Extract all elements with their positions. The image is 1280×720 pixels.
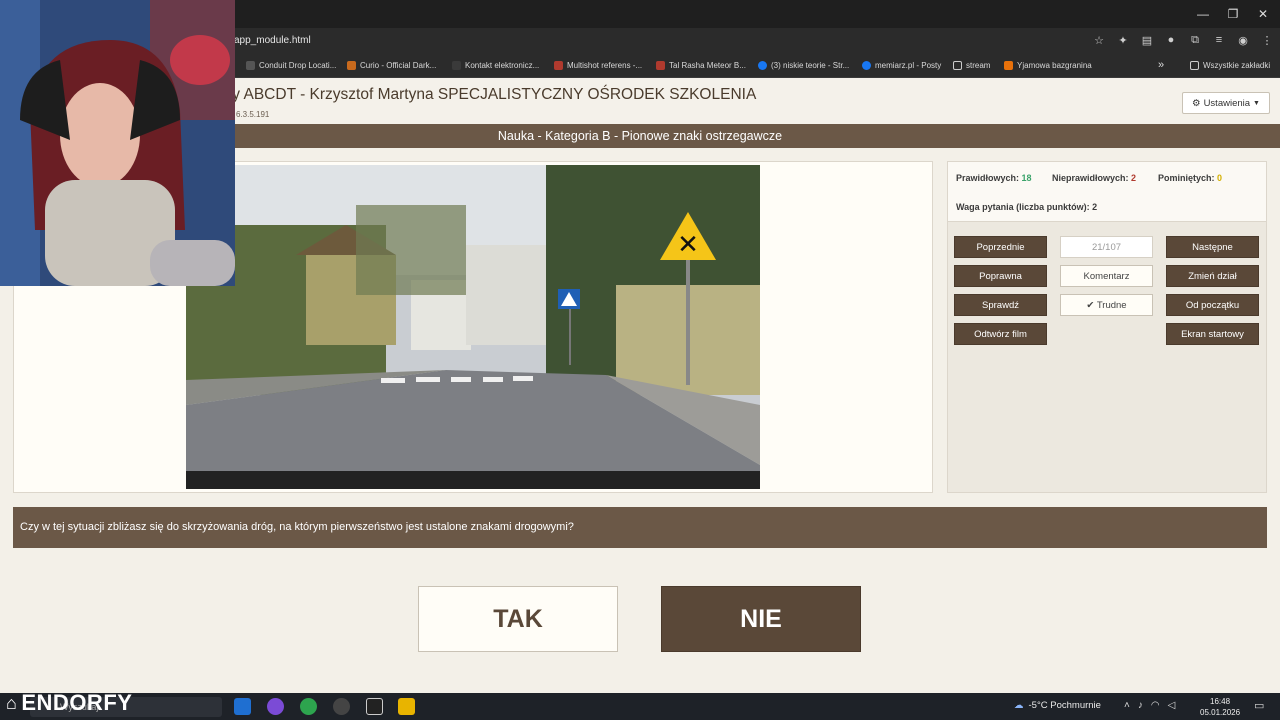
volume-icon[interactable]: ◁ <box>1168 700 1176 711</box>
profile-avatar-icon[interactable]: ◉ <box>1236 34 1250 47</box>
facebook-icon <box>758 61 767 70</box>
caret-down-icon: ▼ <box>1253 99 1260 107</box>
folder-icon <box>1190 61 1199 70</box>
microphone-icon[interactable]: ♪ <box>1138 700 1143 711</box>
bookmark-favicon-icon <box>656 61 665 70</box>
bookmark-item[interactable]: Conduit Drop Locati... <box>246 61 336 70</box>
streamer-webcam-image <box>0 0 235 286</box>
minimize-button[interactable]: — <box>1188 0 1218 28</box>
endorfy-mark-icon: ⌂ <box>6 692 18 713</box>
answer-yes-button[interactable]: TAK <box>418 586 618 652</box>
menu-list-icon[interactable]: ≡ <box>1212 34 1226 47</box>
more-menu-icon[interactable]: ⋮ <box>1260 34 1274 47</box>
bookmark-favicon-icon <box>1004 61 1013 70</box>
system-tray: ˄ ♪ ◠ ◁ <box>1124 700 1175 711</box>
bookmark-item[interactable]: Multishot referens -... <box>554 61 642 70</box>
discord-icon[interactable] <box>267 698 284 715</box>
svg-text:✕: ✕ <box>677 230 699 260</box>
restore-button[interactable]: ❐ <box>1218 0 1248 28</box>
cloudy-weather-icon: ☁ <box>1014 700 1024 711</box>
bookmark-item[interactable]: memiarz.pl - Posty <box>862 61 941 70</box>
bookmark-favicon-icon <box>554 61 563 70</box>
terminal-icon[interactable] <box>366 698 383 715</box>
previous-button[interactable]: Poprzednie <box>954 236 1047 258</box>
check-button[interactable]: Sprawdź <box>954 294 1047 316</box>
all-bookmarks-folder[interactable]: Wszystkie zakładki <box>1190 61 1270 70</box>
bookmark-favicon-icon <box>347 61 356 70</box>
bookmark-favicon-icon <box>246 61 255 70</box>
question-video[interactable]: ✕ <box>186 165 760 489</box>
difficult-toggle[interactable]: ✔ Trudne <box>1060 294 1153 316</box>
answer-no-button[interactable]: NIE <box>661 586 861 652</box>
notification-icon[interactable]: ▭ <box>1254 699 1264 712</box>
question-weight: Waga pytania (liczba punktów): 2 <box>956 202 1098 212</box>
question-text: Czy w tej sytuacji zbliżasz się do skrzy… <box>13 507 1267 548</box>
document-icon[interactable]: ▤ <box>1140 34 1154 47</box>
bookmark-item[interactable]: Kontakt elektronicz... <box>452 61 539 70</box>
close-button[interactable]: ✕ <box>1248 0 1278 28</box>
correct-answer-button[interactable]: Poprawna <box>954 265 1047 287</box>
next-button[interactable]: Następne <box>1166 236 1259 258</box>
correct-count: Prawidłowych: 18 <box>956 173 1032 183</box>
puzzle-icon[interactable]: ⧉ <box>1188 34 1202 47</box>
start-screen-button[interactable]: Ekran startowy <box>1166 323 1259 345</box>
app-version: 6.3.5.191 <box>236 110 270 119</box>
change-section-button[interactable]: Zmień dział <box>1166 265 1259 287</box>
egg-extension-icon[interactable]: ● <box>1164 34 1178 47</box>
gears-icon: ⚙ <box>1192 97 1201 109</box>
more-bookmarks-icon[interactable]: » <box>1158 59 1164 71</box>
page-title: ty ABCDT - Krzysztof Martyna SPECJALISTY… <box>228 86 757 103</box>
bookmark-item[interactable]: Curio - Official Dark... <box>347 61 436 70</box>
road-scene-image: ✕ <box>186 165 760 489</box>
endorfy-logo-overlay: ⌂ ENDORFY <box>6 690 133 715</box>
obs-icon[interactable] <box>333 698 350 715</box>
chrome-icon[interactable] <box>300 698 317 715</box>
stats-summary: Prawidłowych: 18 Nieprawidłowych: 2 Pomi… <box>948 162 1266 222</box>
extension-icon[interactable]: ✦ <box>1116 34 1130 47</box>
settings-button[interactable]: ⚙ Ustawienia ▼ <box>1182 92 1270 114</box>
bookmark-item[interactable]: Tal Rasha Meteor B... <box>656 61 746 70</box>
webcam-overlay <box>0 0 235 286</box>
comment-button[interactable]: Komentarz <box>1060 265 1153 287</box>
chevron-up-icon[interactable]: ˄ <box>1124 700 1130 711</box>
facebook-icon <box>862 61 871 70</box>
skipped-count: Pominiętych: 0 <box>1158 173 1223 183</box>
system-clock[interactable]: 16:48 05.01.2026 <box>1200 696 1240 718</box>
incorrect-count: Nieprawidłowych: 2 <box>1052 173 1137 183</box>
question-counter: 21/107 <box>1060 236 1153 258</box>
copilot-icon[interactable] <box>234 698 251 715</box>
taskbar: Wyszukaj ☁ -5°C Pochmurnie ˄ ♪ ◠ ◁ 16:48… <box>0 693 1280 720</box>
bookmark-item[interactable]: Yjamowa bazgranina <box>1004 61 1092 70</box>
star-icon[interactable]: ☆ <box>1092 34 1106 47</box>
weather-widget[interactable]: ☁ -5°C Pochmurnie <box>1014 700 1101 711</box>
bookmark-item[interactable]: stream <box>953 61 990 70</box>
bookmark-favicon-icon <box>452 61 461 70</box>
bookmark-item[interactable]: (3) niskie teorie - Str... <box>758 61 849 70</box>
folder-icon <box>953 61 962 70</box>
play-video-button[interactable]: Odtwórz film <box>954 323 1047 345</box>
wifi-icon[interactable]: ◠ <box>1151 700 1160 711</box>
url-text[interactable]: app_module.html <box>234 35 311 46</box>
from-start-button[interactable]: Od początku <box>1166 294 1259 316</box>
file-explorer-icon[interactable] <box>398 698 415 715</box>
